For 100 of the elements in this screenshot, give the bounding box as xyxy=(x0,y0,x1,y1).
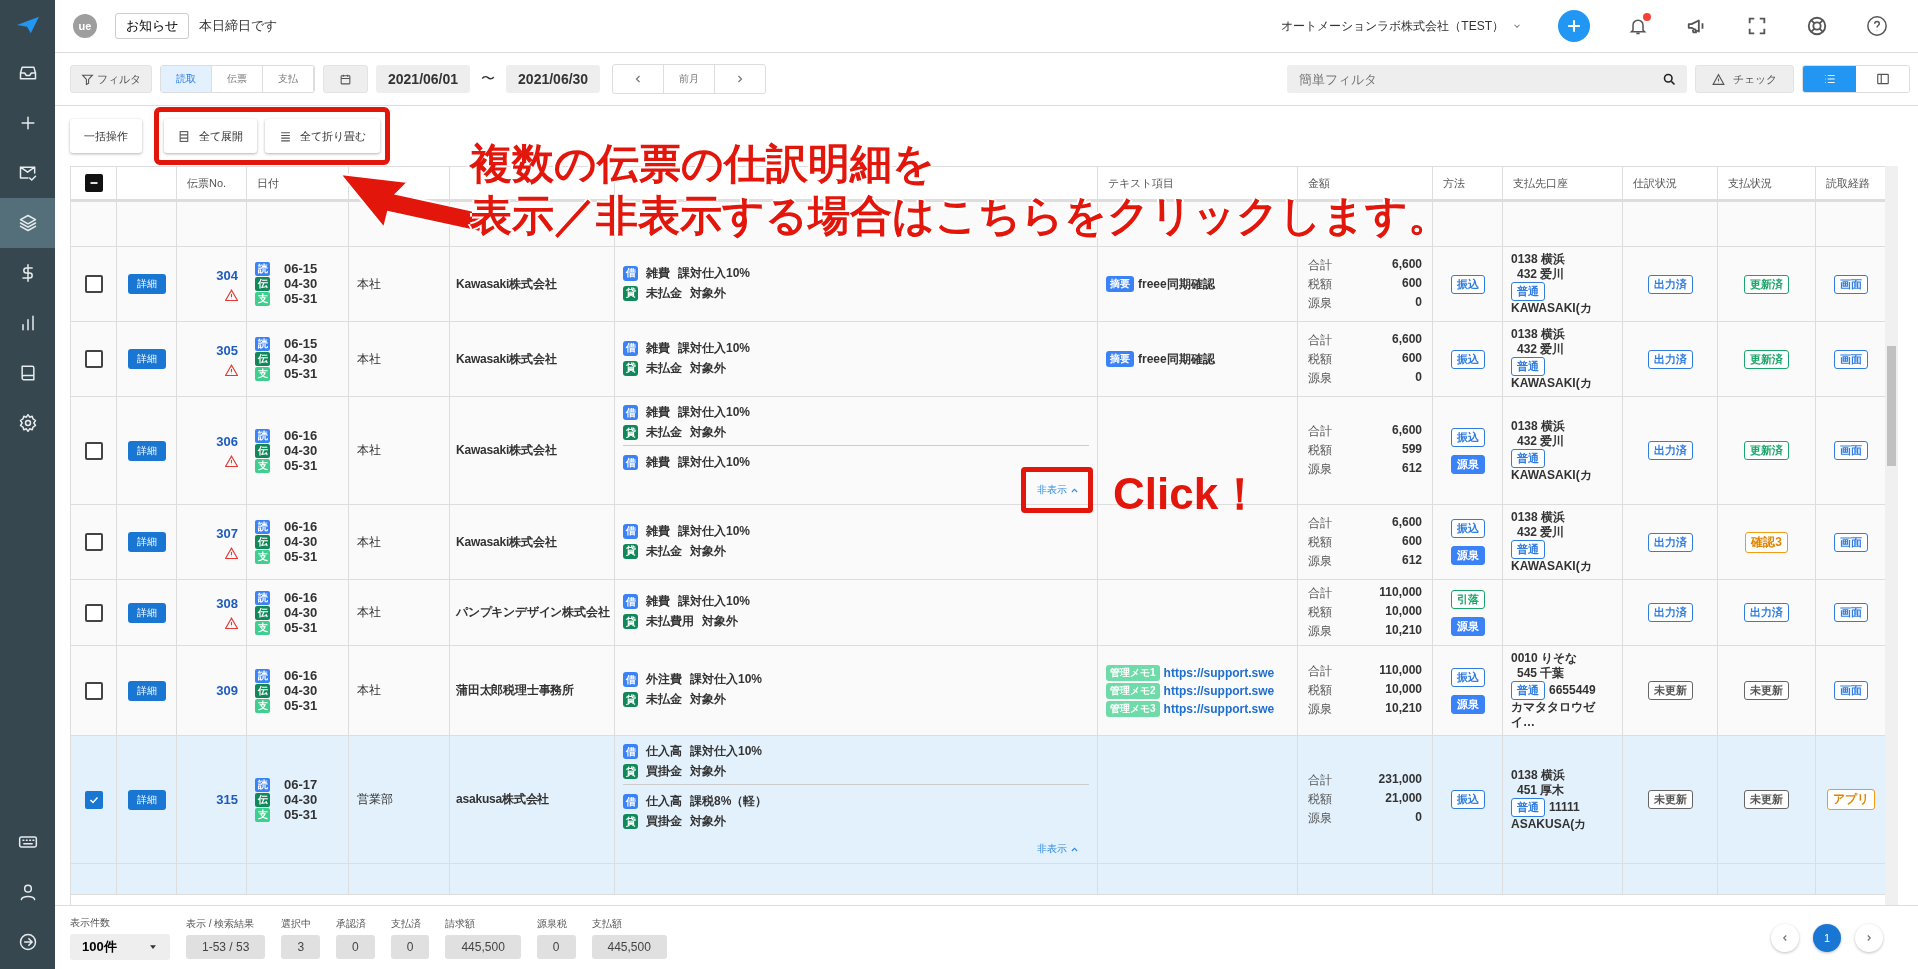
scrollbar[interactable] xyxy=(1885,166,1898,905)
page-button[interactable]: 1 xyxy=(1813,923,1841,952)
department-text: 本社 xyxy=(357,275,381,293)
slip-number-link[interactable]: 307 xyxy=(216,525,238,541)
account-type-tag: 普通 xyxy=(1511,681,1545,700)
tax-text: 課対仕入10% xyxy=(678,404,751,421)
date-text: 05-31 xyxy=(284,458,318,473)
type-tab[interactable]: 読取 xyxy=(161,66,212,92)
search-icon[interactable] xyxy=(1662,71,1677,87)
expand-all-button[interactable]: 全て展開 xyxy=(164,119,257,153)
detail-button[interactable]: 詳細 xyxy=(127,274,166,294)
column-header: 方法 xyxy=(1443,175,1465,191)
bulk-action-button[interactable]: 一括操作 xyxy=(70,119,142,153)
vendor-text: Kawasaki株式会社 xyxy=(456,533,557,551)
filter-button[interactable]: フィルタ xyxy=(70,65,152,93)
search-input[interactable]: 簡単フィルタ xyxy=(1297,70,1662,88)
lifebuoy-icon[interactable] xyxy=(1806,15,1828,37)
memo-link[interactable]: https://support.swe xyxy=(1163,665,1275,680)
amount-label: 源泉 xyxy=(1308,623,1333,640)
collapse-all-button[interactable]: 全て折り畳む xyxy=(265,119,380,153)
stat-label: 支払額 xyxy=(591,916,623,931)
stat-value: 0 xyxy=(536,934,576,959)
tax-text: 課対仕入10% xyxy=(678,454,751,471)
settings-icon[interactable] xyxy=(17,413,38,433)
amount-value: 110,000 xyxy=(1379,663,1422,679)
slip-number-link[interactable]: 306 xyxy=(216,434,238,449)
journal-status-tag: 出力済 xyxy=(1647,603,1693,622)
account-text: 雑費 xyxy=(646,339,670,357)
slip-number-link[interactable]: 315 xyxy=(216,792,238,807)
account-text: 雑費 xyxy=(646,404,670,421)
detail-button[interactable]: 詳細 xyxy=(127,680,166,701)
memo-link[interactable]: https://support.swe xyxy=(1163,683,1275,698)
detail-button[interactable]: 詳細 xyxy=(127,789,166,810)
detail-button[interactable]: 詳細 xyxy=(127,440,166,461)
detail-button[interactable]: 詳細 xyxy=(127,532,166,552)
date-type-tag: 伝 xyxy=(255,605,270,620)
hide-link[interactable]: 非表示 xyxy=(1037,842,1079,856)
fullscreen-icon[interactable] xyxy=(1746,15,1768,37)
view-toggle[interactable] xyxy=(1802,65,1910,93)
slip-number-link[interactable]: 305 xyxy=(216,342,238,358)
tax-text: 課対仕入10% xyxy=(690,743,763,760)
date-text: 06-17 xyxy=(284,777,318,792)
row-checkbox[interactable] xyxy=(84,790,103,809)
amount-value: 10,210 xyxy=(1384,623,1422,639)
text-item-value: freee同期確認 xyxy=(1138,275,1215,293)
vendor-text: パンプキンデザイン株式会社 xyxy=(456,604,610,621)
account-number-text: 11111 xyxy=(1549,799,1580,815)
row-checkbox[interactable] xyxy=(84,681,103,700)
calendar-button[interactable] xyxy=(323,65,368,93)
company-name[interactable]: オートメーションラボ株式会社（TEST） xyxy=(1281,17,1504,35)
start-date-field[interactable]: 2021/06/01 xyxy=(376,65,471,93)
read-route-tag: 画面 xyxy=(1833,274,1868,294)
date-type-tag: 読 xyxy=(255,520,270,534)
department-text: 本社 xyxy=(357,350,381,368)
department-text: 本社 xyxy=(357,533,381,551)
logo-icon[interactable] xyxy=(16,16,39,34)
help-icon[interactable] xyxy=(1866,15,1888,37)
hide-link[interactable]: 非表示 xyxy=(1037,483,1079,497)
table-icon xyxy=(178,129,191,143)
row-checkbox[interactable] xyxy=(84,350,103,368)
slip-number-link[interactable]: 304 xyxy=(216,267,238,283)
row-checkbox[interactable] xyxy=(84,533,103,551)
amount-value: 6,600 xyxy=(1391,514,1422,531)
payment-method-tag: 振込 xyxy=(1450,667,1485,687)
end-date-field[interactable]: 2021/06/30 xyxy=(506,65,601,93)
slip-number-link[interactable]: 309 xyxy=(216,683,238,698)
payment-status-tag: 出力済 xyxy=(1744,603,1789,622)
layers-icon[interactable] xyxy=(17,213,38,233)
account-text: 未払金 xyxy=(646,424,682,441)
account-text: 仕入高 xyxy=(646,793,682,810)
amount-value: 10,000 xyxy=(1384,682,1422,698)
amount-label: 源泉 xyxy=(1308,461,1333,478)
row-checkbox[interactable] xyxy=(84,603,103,622)
page-size-dropdown[interactable]: 100件 xyxy=(70,933,170,960)
notice-button[interactable]: お知らせ xyxy=(115,13,189,39)
check-button[interactable]: チェック xyxy=(1695,65,1794,93)
branch-text: 432 爱川 xyxy=(1516,267,1565,282)
row-checkbox[interactable] xyxy=(84,275,103,293)
memo-link[interactable]: https://support.swe xyxy=(1163,701,1275,716)
account-text: 雑費 xyxy=(646,264,670,282)
date-text: 04-30 xyxy=(284,443,318,458)
account-text: 未払金 xyxy=(646,359,682,377)
tax-text: 対象外 xyxy=(690,284,726,302)
text-item-value: freee同期確認 xyxy=(1138,350,1215,368)
search-field[interactable]: 簡単フィルタ xyxy=(1287,65,1687,93)
detail-button[interactable]: 詳細 xyxy=(127,602,166,623)
read-route-tag: 画面 xyxy=(1833,532,1868,552)
bank-text: 0138 横浜 xyxy=(1511,418,1566,434)
slip-number-link[interactable]: 308 xyxy=(216,596,238,611)
inbox-icon[interactable] xyxy=(17,63,38,83)
logout-icon[interactable] xyxy=(17,932,38,952)
detail-button[interactable]: 詳細 xyxy=(127,349,166,369)
add-button[interactable] xyxy=(1558,10,1590,42)
calendar-icon xyxy=(339,72,352,86)
row-checkbox[interactable] xyxy=(84,441,103,460)
entry-side-tag: 借 xyxy=(623,523,638,539)
user-avatar[interactable]: ue xyxy=(73,14,97,38)
select-all-checkbox[interactable] xyxy=(84,174,103,192)
nav-item[interactable] xyxy=(0,198,55,248)
mail-check-icon[interactable] xyxy=(17,163,38,183)
